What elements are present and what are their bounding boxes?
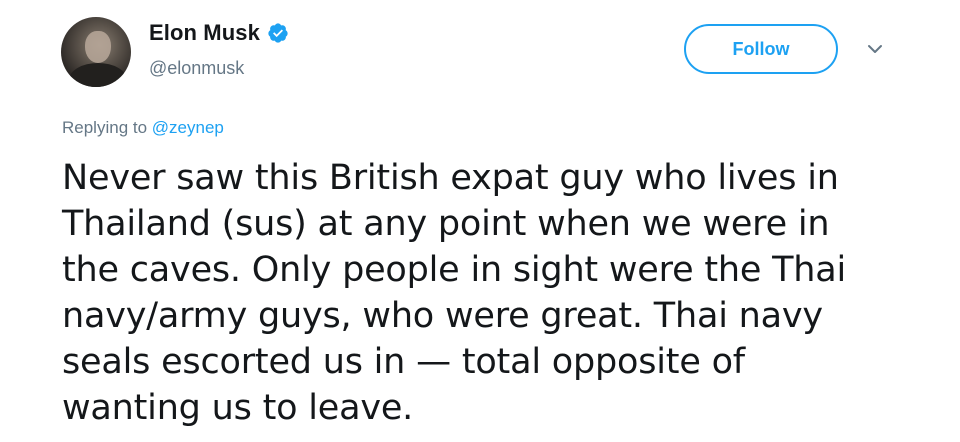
verified-badge-icon [268,23,288,43]
tweet-text-line: wanting us to leave. [62,388,414,428]
avatar-shoulders [69,63,127,87]
replying-to-label: Replying to [62,118,148,137]
follow-button[interactable]: Follow [684,24,838,74]
author-display-name[interactable]: Elon Musk [149,20,260,46]
author-handle[interactable]: @elonmusk [149,58,244,79]
tweet-text-line: Never saw this British expat guy who liv… [62,158,839,198]
avatar-face [85,31,111,63]
tweet-text-line: seals escorted us in — total opposite of [62,342,745,382]
tweet-text-line: the caves. Only people in sight were the… [62,250,847,290]
tweet-text-line: Thailand (sus) at any point when we were… [62,204,830,244]
replying-to: Replying to @zeynep [62,118,224,138]
tweet-text: Never saw this British expat guy who liv… [62,155,942,431]
chevron-down-icon[interactable] [866,42,884,56]
tweet-card: Elon Musk @elonmusk Follow Replying to @… [0,0,960,442]
tweet-text-line: navy/army guys, who were great. Thai nav… [62,296,823,336]
author-name-row: Elon Musk [149,20,289,46]
avatar[interactable] [61,17,131,87]
reply-mention-link[interactable]: @zeynep [152,118,224,137]
